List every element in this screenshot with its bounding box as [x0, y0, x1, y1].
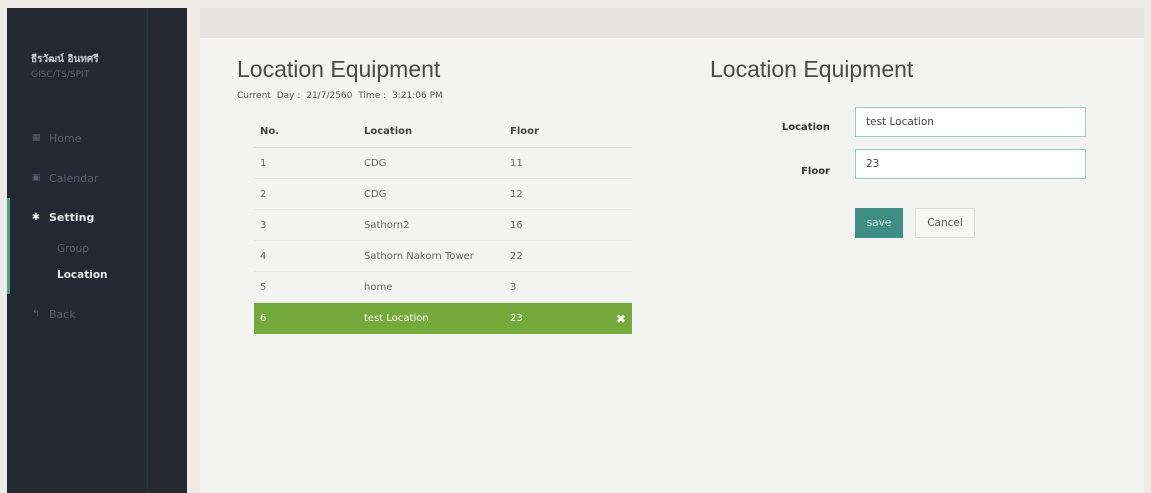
sidebar-item-home[interactable]: ▦ Home [7, 118, 147, 158]
sidebar-item-location[interactable]: Location [10, 262, 147, 288]
current-label: Current [237, 91, 271, 101]
header-no: No. [260, 126, 280, 137]
time-value: 3:21:06 PM [392, 91, 443, 101]
floor-field[interactable] [855, 149, 1086, 179]
grid-icon: ▦ [31, 133, 41, 143]
user-org: GISC/TS/SPIT [31, 70, 90, 80]
location-field[interactable] [855, 107, 1086, 137]
cell-location: home [364, 281, 393, 293]
day-label: Day : [276, 91, 301, 101]
header-floor: Floor [510, 126, 539, 137]
top-bar [200, 8, 1144, 38]
sidebar-item-label: Calendar [49, 171, 99, 185]
cancel-button[interactable]: Cancel [915, 208, 975, 238]
location-table: No. Location Floor 1 CDG 11 2 CDG 12 3 S… [254, 116, 632, 334]
cell-floor: 23 [510, 313, 523, 324]
sidebar-item-label: Location [57, 269, 108, 281]
sidebar-item-label: Back [49, 307, 76, 321]
cell-location: CDG [364, 157, 387, 169]
table-row-selected[interactable]: 6 test Location 23 ✖ [254, 303, 632, 334]
cell-location: CDG [364, 188, 387, 200]
cell-no: 6 [260, 313, 267, 324]
table-row[interactable]: 3 Sathorn2 16 [254, 210, 632, 241]
table-row[interactable]: 4 Sathorn Nakorn Tower 22 [254, 241, 632, 272]
table-row[interactable]: 1 CDG 11 [254, 148, 632, 179]
cell-no: 1 [260, 157, 267, 169]
user-block: ธีรวัฒน์ อินทศรี GISC/TS/SPIT [7, 8, 187, 80]
cell-floor: 22 [510, 250, 523, 262]
sidebar-setting-group: ✱ Setting Group Location [7, 198, 147, 294]
table-row[interactable]: 5 home 3 [254, 272, 632, 303]
sidebar-item-label: Home [49, 131, 82, 145]
table-header: No. Location Floor [254, 116, 632, 148]
calendar-icon: ▣ [31, 173, 41, 183]
cell-floor: 12 [510, 188, 523, 200]
sidebar-item-label: Group [57, 243, 89, 255]
sidebar-nav: ▦ Home ▣ Calendar ✱ Setting Group Locati… [7, 118, 147, 334]
location-field-label: Location [781, 122, 830, 133]
back-arrow-icon: ↰ [32, 309, 40, 319]
floor-field-label: Floor [801, 166, 830, 177]
cell-location: Sathorn2 [364, 219, 410, 231]
sidebar-item-label: Setting [49, 210, 95, 224]
close-icon[interactable]: ✖ [610, 312, 632, 326]
save-button[interactable]: save [855, 208, 903, 238]
cell-no: 5 [260, 281, 267, 293]
form-page-title: Location Equipment [710, 56, 914, 82]
current-time-line: Current Day : 21/7/2560 Time : 3:21:06 P… [237, 91, 446, 101]
user-name: ธีรวัฒน์ อินทศรี [31, 54, 99, 65]
sidebar-item-calendar[interactable]: ▣ Calendar [7, 158, 147, 198]
day-value: 21/7/2560 [306, 91, 353, 101]
main-content: Location Equipment Current Day : 21/7/25… [200, 8, 1144, 493]
cell-no: 4 [260, 250, 267, 262]
sidebar-item-setting[interactable]: ✱ Setting [10, 198, 147, 236]
sidebar: ธีรวัฒน์ อินทศรี GISC/TS/SPIT ▦ Home ▣ C… [7, 8, 187, 493]
cell-location: test Location [364, 313, 429, 324]
gear-icon: ✱ [31, 211, 41, 223]
cell-no: 2 [260, 188, 267, 200]
cell-floor: 11 [510, 157, 523, 169]
sidebar-item-back[interactable]: ↰ Back [7, 294, 147, 334]
table-row[interactable]: 2 CDG 12 [254, 179, 632, 210]
cell-floor: 3 [510, 281, 517, 293]
cell-location: Sathorn Nakorn Tower [364, 250, 474, 262]
list-page-title: Location Equipment [237, 56, 441, 82]
sidebar-item-group[interactable]: Group [10, 236, 147, 262]
header-location: Location [364, 126, 413, 137]
cell-no: 3 [260, 219, 267, 231]
cell-floor: 16 [510, 219, 523, 231]
time-label: Time : [358, 91, 387, 101]
